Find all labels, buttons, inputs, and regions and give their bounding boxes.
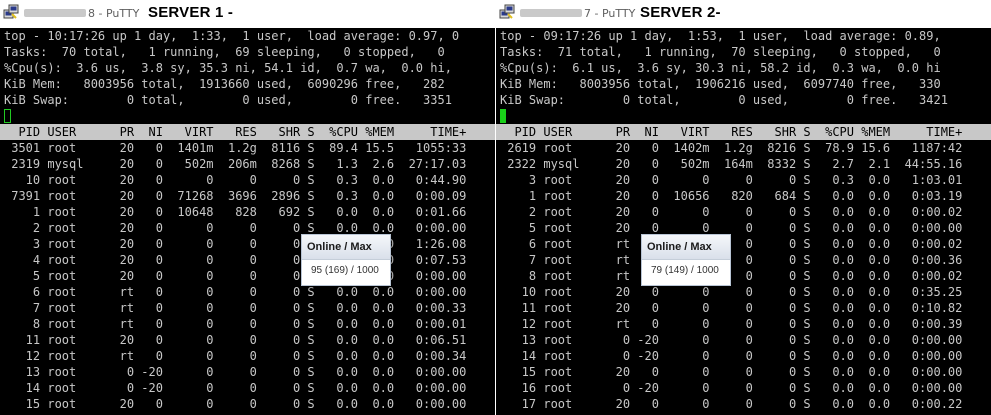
- popup-value: 79 (149) / 1000: [651, 265, 719, 276]
- process-row: 13 root 0 -20 0 0 0 S 0.0 0.0 0:00.00: [500, 333, 963, 347]
- summary-line: KiB Swap: 0 total, 0 used, 0 free. 3351: [4, 93, 452, 107]
- popup-title: Online / Max: [642, 235, 730, 260]
- process-row: 3501 root 20 0 1401m 1.2g 8116 S 89.4 15…: [4, 141, 467, 155]
- process-row: 15 root 20 0 0 0 0 S 0.0 0.0 0:00.00: [500, 365, 963, 379]
- process-row: 2 root 20 0 0 0 0 S 0.0 0.0 0:00.02: [500, 205, 963, 219]
- window-title: 8 - PuTTY: [88, 7, 140, 20]
- process-list: 2619 root 20 0 1402m 1.2g 8216 S 78.9 15…: [496, 140, 991, 412]
- process-row: 16 root 0 -20 0 0 0 S 0.0 0.0 0:00.00: [500, 381, 963, 395]
- summary-line: KiB Mem: 8003956 total, 1906216 used, 60…: [500, 77, 941, 91]
- process-row: 12 root rt 0 0 0 0 S 0.0 0.0 0:00.34: [4, 349, 467, 363]
- summary-line: top - 10:17:26 up 1 day, 1:33, 1 user, l…: [4, 29, 460, 43]
- summary-line: KiB Mem: 8003956 total, 1913660 used, 60…: [4, 77, 445, 91]
- title-bar[interactable]: 7 - PuTTY SERVER 2-: [496, 0, 991, 28]
- process-row: 2319 mysql 20 0 502m 206m 8268 S 1.3 2.6…: [4, 157, 467, 171]
- process-row: 11 root 20 0 0 0 0 S 0.0 0.0 0:06.51: [4, 333, 467, 347]
- putty-window-server-1[interactable]: 8 - PuTTY SERVER 1 - top - 10:17:26 up 1…: [0, 0, 495, 415]
- process-row: 14 root 0 -20 0 0 0 S 0.0 0.0 0:00.00: [4, 381, 467, 395]
- redacted-host: [24, 9, 86, 17]
- summary-line: KiB Swap: 0 total, 0 used, 0 free. 3421: [500, 93, 948, 107]
- process-row: 13 root 0 -20 0 0 0 S 0.0 0.0 0:00.00: [4, 365, 467, 379]
- online-max-popup: Online / Max 95 (169) / 1000: [301, 234, 391, 286]
- online-max-popup: Online / Max 79 (149) / 1000: [641, 234, 731, 286]
- process-row: 11 root 20 0 0 0 0 S 0.0 0.0 0:10.82: [500, 301, 963, 315]
- process-row: 15 root 20 0 0 0 0 S 0.0 0.0 0:00.00: [4, 397, 467, 411]
- process-list: 3501 root 20 0 1401m 1.2g 8116 S 89.4 15…: [0, 140, 495, 412]
- summary-line: %Cpu(s): 3.6 us, 3.8 sy, 35.3 ni, 54.1 i…: [4, 61, 452, 75]
- process-row: 10 root 20 0 0 0 0 S 0.0 0.0 0:35.25: [500, 285, 963, 299]
- process-row: 7 root rt 0 0 0 0 S 0.0 0.0 0:00.33: [4, 301, 467, 315]
- process-row: 14 root 0 -20 0 0 0 S 0.0 0.0 0:00.00: [500, 349, 963, 363]
- process-row: 17 root 20 0 0 0 0 S 0.0 0.0 0:00.22: [500, 397, 963, 411]
- popup-value: 95 (169) / 1000: [311, 265, 379, 276]
- process-row: 5 root 20 0 0 0 0 S 0.0 0.0 0:00.00: [500, 221, 963, 235]
- server-label: SERVER 2-: [640, 4, 721, 21]
- process-row: 4 root 20 0 0 0 0 S 0.0 0.0 0:07.53: [4, 253, 467, 267]
- process-row: 8 root rt 0 0 0 0 S 0.0 0.0 0:00.02: [500, 269, 963, 283]
- terminal-cursor: [4, 109, 11, 123]
- process-row: 6 root rt 0 0 0 0 S 0.0 0.0 0:00.02: [500, 237, 963, 251]
- process-row: 1 root 20 0 10656 820 684 S 0.0 0.0 0:03…: [500, 189, 963, 203]
- process-row: 6 root rt 0 0 0 0 S 0.0 0.0 0:00.00: [4, 285, 467, 299]
- process-row: 7391 root 20 0 71268 3696 2896 S 0.3 0.0…: [4, 189, 467, 203]
- process-row: 5 root 20 0 0 0 0 S 0.0 0.0 0:00.00: [4, 269, 467, 283]
- process-row: 1 root 20 0 10648 828 692 S 0.0 0.0 0:01…: [4, 205, 467, 219]
- summary-line: Tasks: 71 total, 1 running, 70 sleeping,…: [500, 45, 941, 59]
- process-table-header: PID USER PR NI VIRT RES SHR S %CPU %MEM …: [0, 124, 495, 140]
- process-row: 2619 root 20 0 1402m 1.2g 8216 S 78.9 15…: [500, 141, 963, 155]
- summary-line: top - 09:17:26 up 1 day, 1:53, 1 user, l…: [500, 29, 941, 43]
- title-bar[interactable]: 8 - PuTTY SERVER 1 -: [0, 0, 495, 28]
- terminal-cursor: [500, 109, 506, 123]
- process-row: 7 root rt 0 0 0 0 S 0.0 0.0 0:00.36: [500, 253, 963, 267]
- popup-title: Online / Max: [302, 235, 390, 260]
- process-row: 12 root rt 0 0 0 0 S 0.0 0.0 0:00.39: [500, 317, 963, 331]
- summary-line: Tasks: 70 total, 1 running, 69 sleeping,…: [4, 45, 445, 59]
- process-table-header: PID USER PR NI VIRT RES SHR S %CPU %MEM …: [496, 124, 991, 140]
- putty-icon: [499, 4, 515, 19]
- putty-window-server-2[interactable]: 7 - PuTTY SERVER 2- top - 09:17:26 up 1 …: [496, 0, 991, 415]
- window-title: 7 - PuTTY: [584, 7, 636, 20]
- process-row: 3 root 20 0 0 0 0 S 0.0 0.0 1:26.08: [4, 237, 467, 251]
- process-row: 8 root rt 0 0 0 0 S 0.0 0.0 0:00.01: [4, 317, 467, 331]
- server-label: SERVER 1 -: [148, 4, 234, 21]
- terminal[interactable]: top - 09:17:26 up 1 day, 1:53, 1 user, l…: [496, 28, 991, 415]
- process-row: 3 root 20 0 0 0 0 S 0.3 0.0 1:03.01: [500, 173, 963, 187]
- process-row: 10 root 20 0 0 0 0 S 0.3 0.0 0:44.90: [4, 173, 467, 187]
- terminal[interactable]: top - 10:17:26 up 1 day, 1:33, 1 user, l…: [0, 28, 495, 415]
- putty-icon: [3, 4, 19, 19]
- process-row: 2 root 20 0 0 0 0 S 0.0 0.0 0:00.00: [4, 221, 467, 235]
- redacted-host: [520, 9, 582, 17]
- process-row: 2322 mysql 20 0 502m 164m 8332 S 2.7 2.1…: [500, 157, 963, 171]
- summary-line: %Cpu(s): 6.1 us, 3.6 sy, 30.3 ni, 58.2 i…: [500, 61, 941, 75]
